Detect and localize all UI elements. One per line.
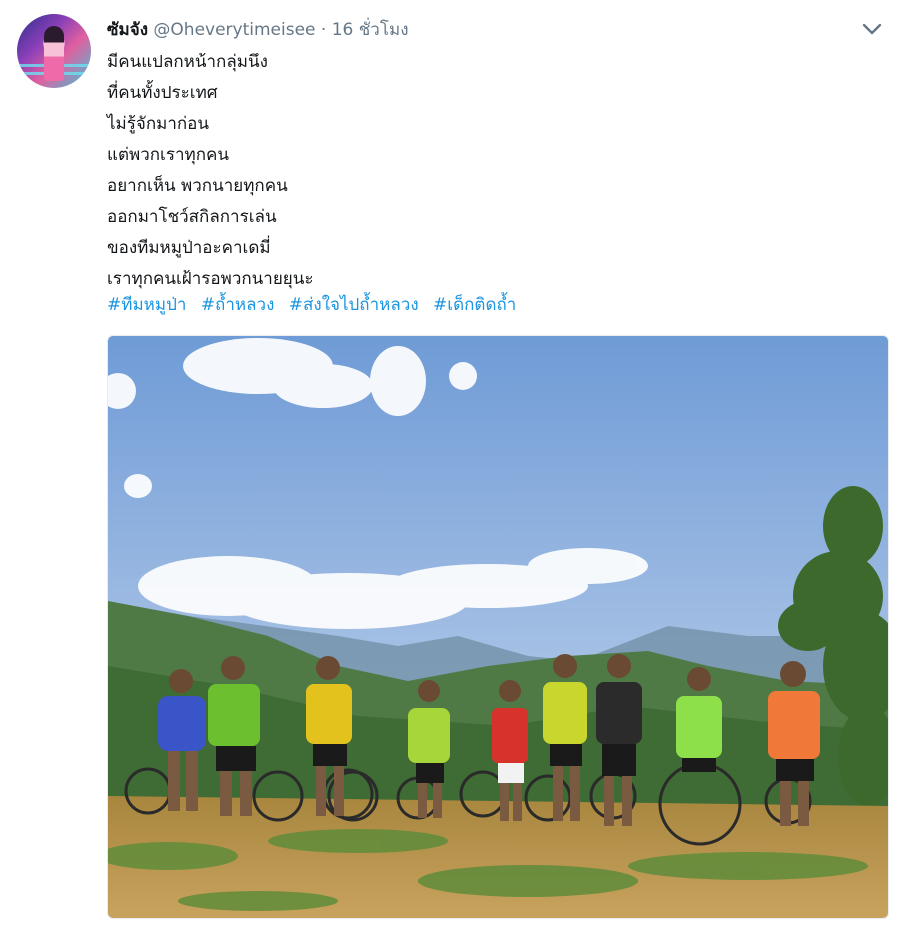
- avatar[interactable]: [17, 14, 91, 88]
- tweet-line: แต่พวกเราทุกคน: [107, 145, 230, 165]
- tweet-card: ซัมจัง @Oheverytimeisee · 16 ชั่วโมง มีค…: [0, 0, 900, 926]
- timestamp[interactable]: 16 ชั่วโมง: [332, 20, 409, 40]
- tweet-line: อยากเห็น พวกนายทุกคน: [107, 176, 288, 196]
- tweet-line: ที่คนทั้งประเทศ: [107, 83, 218, 103]
- tweet-photo[interactable]: [107, 335, 889, 919]
- hashtag-link[interactable]: #ถ้ำหลวง: [201, 295, 275, 315]
- tweet-line: มีคนแปลกหน้ากลุ่มนึง: [107, 52, 268, 72]
- hashtag-list: #ทีมหมูป่า #ถ้ำหลวง #ส่งใจไปถ้ำหลวง #เด็…: [107, 291, 525, 318]
- separator-dot: ·: [320, 20, 327, 40]
- tweet-line: ไม่รู้จักมาก่อน: [107, 114, 210, 134]
- tweet-header: ซัมจัง @Oheverytimeisee · 16 ชั่วโมง: [107, 16, 409, 43]
- tweet-line: ออกมาโชว์สกิลการเล่น: [107, 207, 277, 227]
- hashtag-link[interactable]: #ส่งใจไปถ้ำหลวง: [289, 295, 419, 315]
- hashtag-link[interactable]: #ทีมหมูป่า: [107, 295, 186, 315]
- tweet-text: มีคนแปลกหน้ากลุ่มนึง ที่คนทั้งประเทศ ไม่…: [107, 47, 314, 295]
- hashtag-link[interactable]: #เด็กติดถ้ำ: [433, 295, 516, 315]
- user-handle[interactable]: @Oheverytimeisee: [153, 20, 315, 40]
- chevron-down-icon[interactable]: [858, 18, 886, 40]
- display-name[interactable]: ซัมจัง: [107, 20, 148, 40]
- tweet-line: ของทีมหมูป่าอะคาเดมี่: [107, 238, 271, 258]
